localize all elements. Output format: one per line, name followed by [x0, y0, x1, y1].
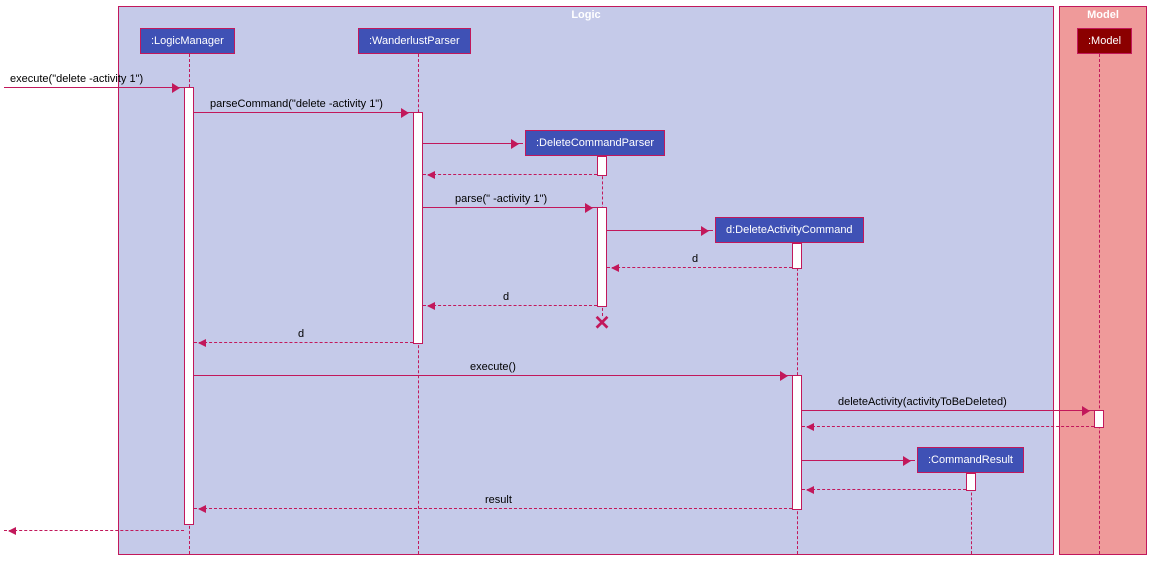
arrow-create-dac	[607, 230, 713, 231]
model-lifeline	[1099, 54, 1100, 554]
logic-manager-head: :LogicManager	[140, 28, 235, 54]
command-result-head: :CommandResult	[917, 447, 1024, 473]
arrow-return-d2	[423, 305, 597, 306]
arrow-return-d3	[194, 342, 413, 343]
model-activation	[1094, 410, 1104, 428]
delete-command-parser-activation-1	[597, 156, 607, 176]
arrow-return-result	[194, 508, 792, 509]
label-result: result	[485, 494, 512, 506]
logic-frame: Logic	[118, 6, 1054, 555]
label-d2: d	[503, 291, 509, 303]
model-frame-label: Model	[1081, 7, 1125, 23]
label-execute-in: execute("delete -activity 1")	[10, 73, 143, 85]
arrow-return-model	[802, 426, 1094, 427]
arrow-create-cr	[802, 460, 915, 461]
label-parsecommand: parseCommand("delete -activity 1")	[210, 98, 383, 110]
arrow-execute-in	[4, 87, 184, 88]
delete-command-parser-head: :DeleteCommandParser	[525, 130, 665, 156]
label-deleteactivity: deleteActivity(activityToBeDeleted)	[838, 396, 1007, 408]
logic-frame-label: Logic	[565, 7, 606, 23]
label-d3: d	[298, 328, 304, 340]
delete-command-parser-activation-2	[597, 207, 607, 307]
label-d1: d	[692, 253, 698, 265]
arrow-execute2	[194, 375, 792, 376]
label-execute2: execute()	[470, 361, 516, 373]
arrow-return-d1	[607, 267, 792, 268]
delete-activity-command-head: d:DeleteActivityCommand	[715, 217, 864, 243]
logic-manager-activation	[184, 87, 194, 525]
model-frame: Model	[1059, 6, 1147, 555]
arrow-return-cr	[802, 489, 966, 490]
arrow-parse	[423, 207, 597, 208]
arrow-return-external	[4, 530, 184, 531]
label-parse: parse(" -activity 1")	[455, 193, 547, 205]
model-head: :Model	[1077, 28, 1132, 54]
arrow-return-dcp-create	[423, 174, 597, 175]
wanderlust-parser-head: :WanderlustParser	[358, 28, 471, 54]
delete-activity-command-activation-1	[792, 243, 802, 269]
arrow-parsecommand	[194, 112, 413, 113]
command-result-activation	[966, 473, 976, 491]
destroy-icon: ✕	[594, 311, 611, 336]
arrow-deleteactivity	[802, 410, 1094, 411]
arrow-create-dcp	[423, 143, 523, 144]
